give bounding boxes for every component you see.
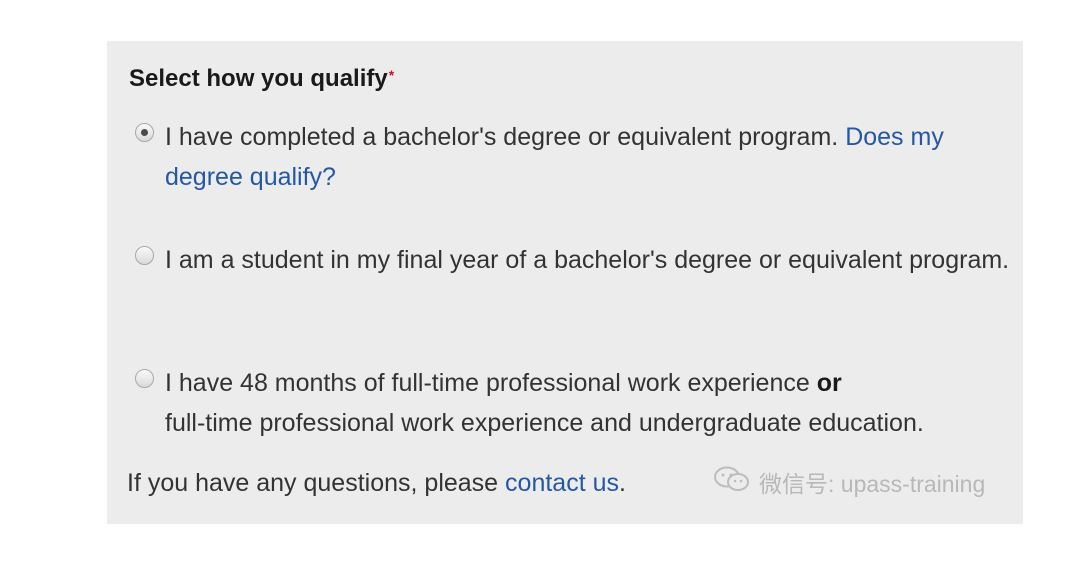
option-bachelors-degree[interactable]: I have completed a bachelor's degree or … [135,117,1015,197]
footer-period: . [619,469,626,497]
qualification-panel: Select how you qualify* I have completed… [107,41,1023,524]
watermark: 微信号: upass-training [713,465,985,499]
option-final-year-student[interactable]: I am a student in my final year of a bac… [135,240,1015,280]
radio-work-experience[interactable] [135,369,154,388]
qualify-heading: Select how you qualify* [129,65,394,93]
required-marker: * [388,67,395,83]
wechat-icon [713,465,751,499]
option-work-text-1: I have 48 months of full-time profession… [165,369,810,397]
contact-us-link[interactable]: contact us [505,469,619,497]
help-footer: If you have any questions, please contac… [127,469,626,498]
heading-text: Select how you qualify [129,65,388,92]
option-work-experience[interactable]: I have 48 months of full-time profession… [135,363,1015,443]
option-work-experience-label: I have 48 months of full-time profession… [165,363,1015,443]
watermark-text: 微信号: upass-training [759,471,986,497]
option-work-text-2: full-time professional work experience a… [165,409,924,437]
option-final-year-text: I am a student in my final year of a bac… [165,246,1010,274]
option-bachelors-text: I have completed a bachelor's degree or … [165,123,839,151]
radio-bachelors-degree[interactable] [135,123,154,142]
radio-final-year-student[interactable] [135,246,154,265]
option-bachelors-label: I have completed a bachelor's degree or … [165,117,1015,197]
footer-text: If you have any questions, please [127,469,499,497]
option-work-or: or [816,369,842,397]
